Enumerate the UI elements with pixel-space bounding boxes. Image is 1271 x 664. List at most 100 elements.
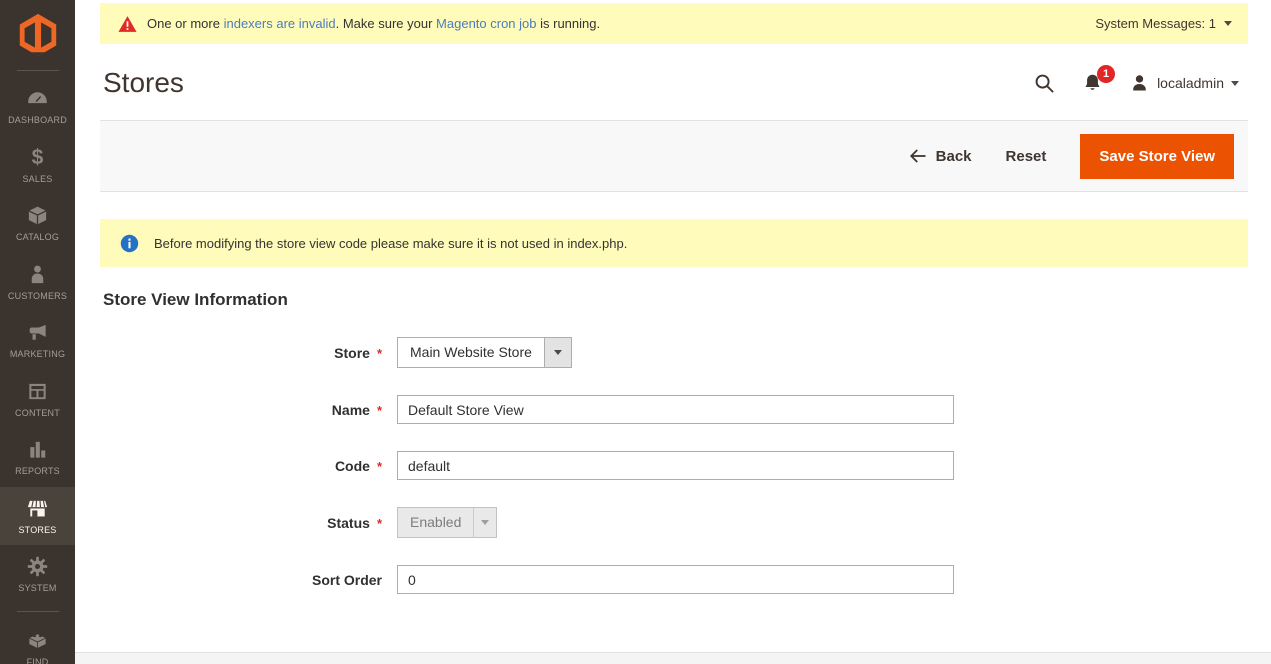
sidebar-item-reports[interactable]: REPORTS: [0, 428, 75, 487]
sales-icon: $: [2, 146, 73, 170]
form-row-store: Store * Main Website Store: [75, 337, 1271, 368]
status-select: Enabled: [397, 507, 497, 538]
sidebar-item-label: CATALOG: [2, 231, 73, 245]
sidebar-item-label: CONTENT: [2, 407, 73, 421]
store-view-form: Store * Main Website Store Name *: [75, 337, 1271, 594]
field-label: Sort Order: [75, 572, 382, 588]
store-select[interactable]: Main Website Store: [397, 337, 572, 368]
info-icon: [120, 234, 139, 253]
required-asterisk: *: [377, 346, 382, 361]
page-actions-toolbar: Back Reset Save Store View: [100, 120, 1248, 192]
sidebar-divider: [17, 611, 59, 612]
info-notice-text: Before modifying the store view code ple…: [154, 236, 627, 251]
main-content: One or more indexers are invalid. Make s…: [75, 3, 1271, 594]
sidebar-divider: [17, 70, 59, 71]
sidebar-item-label: SYSTEM: [2, 582, 73, 596]
sidebar-item-catalog[interactable]: CATALOG: [0, 194, 75, 253]
sidebar-item-label: CUSTOMERS: [2, 290, 73, 304]
username-label: localadmin: [1157, 75, 1224, 91]
stores-icon: [2, 497, 73, 521]
magento-logo[interactable]: [0, 0, 75, 68]
sidebar-item-label: STORES: [2, 524, 73, 538]
sidebar-item-label: DASHBOARD: [2, 114, 73, 128]
user-menu[interactable]: localadmin: [1129, 73, 1239, 94]
code-label: Code: [335, 458, 370, 474]
sidebar: DASHBOARD $ SALES CATALOG CUSTOMERS: [0, 0, 75, 664]
search-icon: [1033, 72, 1056, 95]
status-select-toggle: [473, 508, 496, 537]
field-label: Status *: [75, 514, 382, 531]
page-footer: [75, 652, 1271, 664]
field-label: Store *: [75, 344, 382, 361]
back-button[interactable]: Back: [909, 148, 972, 165]
user-icon: [1129, 73, 1150, 94]
sidebar-item-stores[interactable]: STORES: [0, 487, 75, 546]
save-store-view-button[interactable]: Save Store View: [1080, 134, 1234, 179]
sidebar-item-content[interactable]: CONTENT: [0, 370, 75, 429]
chevron-down-icon: [481, 520, 489, 525]
sidebar-item-marketing[interactable]: MARKETING: [0, 311, 75, 370]
store-select-value: Main Website Store: [398, 338, 544, 367]
sidebar-item-sales[interactable]: $ SALES: [0, 136, 75, 195]
system-message: One or more indexers are invalid. Make s…: [118, 15, 600, 33]
reports-icon: [2, 438, 73, 462]
sidebar-item-label: REPORTS: [2, 465, 73, 479]
notifications-badge: 1: [1097, 65, 1115, 83]
sort-order-input[interactable]: [397, 565, 954, 594]
info-notice: Before modifying the store view code ple…: [100, 219, 1248, 267]
magento-admin-app: DASHBOARD $ SALES CATALOG CUSTOMERS: [0, 0, 1271, 664]
store-label: Store: [334, 345, 370, 361]
field-label: Name *: [75, 401, 382, 418]
customers-icon: [2, 263, 73, 287]
back-button-label: Back: [936, 148, 972, 165]
system-messages-bar: One or more indexers are invalid. Make s…: [100, 3, 1248, 44]
chevron-down-icon: [1224, 21, 1232, 26]
code-input[interactable]: [397, 451, 954, 480]
catalog-icon: [2, 204, 73, 228]
system-messages-dropdown[interactable]: System Messages: 1: [1095, 16, 1232, 31]
name-label: Name: [332, 402, 370, 418]
system-message-text: One or more indexers are invalid. Make s…: [147, 16, 600, 31]
sidebar-item-find-partners[interactable]: FIND PARTNERS & EXTENSIONS: [0, 619, 75, 664]
back-arrow-icon: [909, 148, 927, 164]
system-messages-count-label: System Messages: 1: [1095, 16, 1216, 31]
magento-cron-job-link[interactable]: Magento cron job: [436, 16, 536, 31]
dashboard-icon: [2, 87, 73, 111]
search-button[interactable]: [1033, 72, 1056, 95]
chevron-down-icon: [1231, 81, 1239, 86]
status-select-value: Enabled: [398, 508, 473, 537]
marketing-icon: [2, 321, 73, 345]
required-asterisk: *: [377, 516, 382, 531]
notifications-button[interactable]: 1: [1082, 72, 1103, 94]
sidebar-nav: DASHBOARD $ SALES CATALOG CUSTOMERS: [0, 77, 75, 664]
field-label: Code *: [75, 457, 382, 474]
sidebar-item-customers[interactable]: CUSTOMERS: [0, 253, 75, 312]
system-icon: [2, 555, 73, 579]
sidebar-item-label: MARKETING: [2, 348, 73, 362]
page-header: Stores 1: [75, 44, 1271, 120]
message-text-part: One or more: [147, 16, 224, 31]
warning-icon: [118, 15, 137, 33]
form-row-name: Name *: [75, 395, 1271, 424]
status-label: Status: [327, 515, 370, 531]
header-actions: 1 localadmin: [1033, 72, 1239, 95]
form-row-sort-order: Sort Order: [75, 565, 1271, 594]
magento-logo-icon: [15, 12, 61, 58]
section-title: Store View Information: [103, 290, 1248, 310]
find-partners-icon: [2, 629, 73, 653]
store-select-toggle[interactable]: [544, 338, 571, 367]
required-asterisk: *: [377, 403, 382, 418]
page-title: Stores: [103, 67, 184, 99]
form-row-status: Status * Enabled: [75, 507, 1271, 538]
message-text-part: is running.: [537, 16, 601, 31]
sidebar-item-dashboard[interactable]: DASHBOARD: [0, 77, 75, 136]
indexers-invalid-link[interactable]: indexers are invalid: [224, 16, 336, 31]
sidebar-item-label: FIND PARTNERS & EXTENSIONS: [2, 656, 73, 664]
required-asterisk: *: [377, 459, 382, 474]
message-text-part: . Make sure your: [336, 16, 436, 31]
sidebar-item-label: SALES: [2, 173, 73, 187]
sort-order-label: Sort Order: [312, 572, 382, 588]
reset-button[interactable]: Reset: [1006, 148, 1047, 165]
sidebar-item-system[interactable]: SYSTEM: [0, 545, 75, 604]
name-input[interactable]: [397, 395, 954, 424]
